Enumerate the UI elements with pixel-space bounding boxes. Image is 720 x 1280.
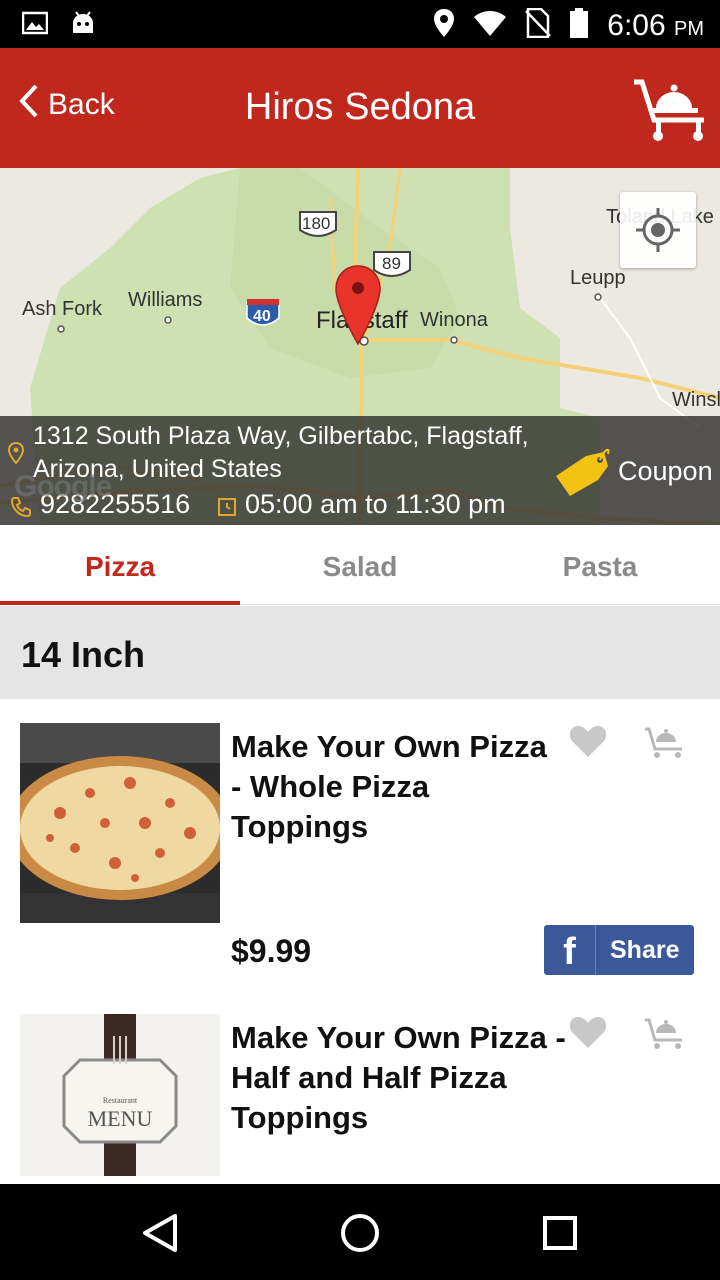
no-sim-icon: [525, 7, 552, 43]
location-map[interactable]: 180 89 40 Ash Fork Williams Flagstaff Wi…: [0, 168, 720, 525]
favorite-heart-icon[interactable]: [568, 723, 608, 759]
us-180-shield: 180: [302, 214, 331, 233]
coupon-tag-icon: [556, 448, 610, 496]
location-icon: [433, 8, 455, 43]
add-to-cart-icon[interactable]: [644, 1014, 684, 1050]
nav-recents-icon[interactable]: [535, 1208, 585, 1258]
menu-card-caption: Restaurant: [102, 1096, 138, 1105]
my-location-button[interactable]: [620, 192, 696, 268]
i-40-shield: 40: [253, 308, 271, 325]
map-label-leupp: Leupp: [570, 267, 626, 289]
map-label-williams: Williams: [128, 289, 203, 311]
coupon-label: Coupon: [618, 455, 713, 486]
clock-icon: [218, 497, 236, 522]
wifi-icon: [473, 9, 507, 42]
opening-hours: 05:00 am to 11:30 pm: [245, 489, 506, 519]
tab-pizza[interactable]: Pizza: [0, 525, 240, 605]
menu-card-image: Restaurant MENU: [20, 1014, 220, 1176]
tab-pasta[interactable]: Pasta: [480, 525, 720, 604]
map-label-ash-fork: Ash Fork: [22, 298, 103, 320]
item-price: $9.99: [231, 933, 312, 969]
android-notification-icon: [70, 10, 96, 41]
coupon-button[interactable]: Coupon: [552, 444, 713, 498]
menu-item[interactable]: Restaurant MENU Make Your Own Pizza - Ha…: [0, 1014, 720, 1184]
pizza-photo: [20, 723, 220, 923]
serving-cart-icon: [634, 79, 704, 141]
facebook-share-button[interactable]: f Share: [544, 925, 694, 975]
page-title: Hiros Sedona: [244, 86, 476, 128]
map-pin-icon: [7, 441, 25, 469]
crosshair-icon: [636, 208, 680, 252]
section-title: 14 Inch: [21, 634, 146, 675]
facebook-icon: f: [544, 925, 596, 975]
share-label: Share: [610, 936, 680, 964]
google-logo: Google: [14, 470, 112, 503]
gallery-notification-icon: [21, 10, 49, 41]
app-screen: 6:06 PM Back Hiros Sedona 180 89 40 Ash …: [0, 0, 720, 1280]
item-name: Make Your Own Pizza - Whole Pizza Toppin…: [231, 729, 547, 844]
favorite-heart-icon[interactable]: [568, 1014, 608, 1050]
battery-icon: [569, 8, 589, 43]
us-89-shield: 89: [382, 254, 401, 273]
menu-item[interactable]: Make Your Own Pizza - Whole Pizza Toppin…: [0, 723, 720, 993]
nav-back-icon[interactable]: [135, 1208, 185, 1258]
status-bar: 6:06 PM: [0, 0, 720, 48]
category-tabs: Pizza Salad Pasta: [0, 525, 720, 605]
add-to-cart-icon[interactable]: [644, 723, 684, 759]
map-label-winona: Winona: [420, 309, 488, 331]
app-header: Back Hiros Sedona: [0, 48, 720, 168]
map-label-winslow: Winsl: [672, 389, 720, 411]
tab-salad[interactable]: Salad: [240, 525, 480, 604]
nav-home-icon[interactable]: [335, 1208, 385, 1258]
map-marker-icon[interactable]: [334, 264, 382, 351]
item-name: Make Your Own Pizza - Half and Half Pizz…: [231, 1020, 566, 1135]
system-nav-bar: [0, 1184, 720, 1280]
menu-card-word: MENU: [87, 1106, 153, 1131]
section-header: 14 Inch: [0, 606, 720, 699]
clock: 6:06 PM: [607, 8, 704, 42]
cart-button[interactable]: [632, 70, 710, 142]
